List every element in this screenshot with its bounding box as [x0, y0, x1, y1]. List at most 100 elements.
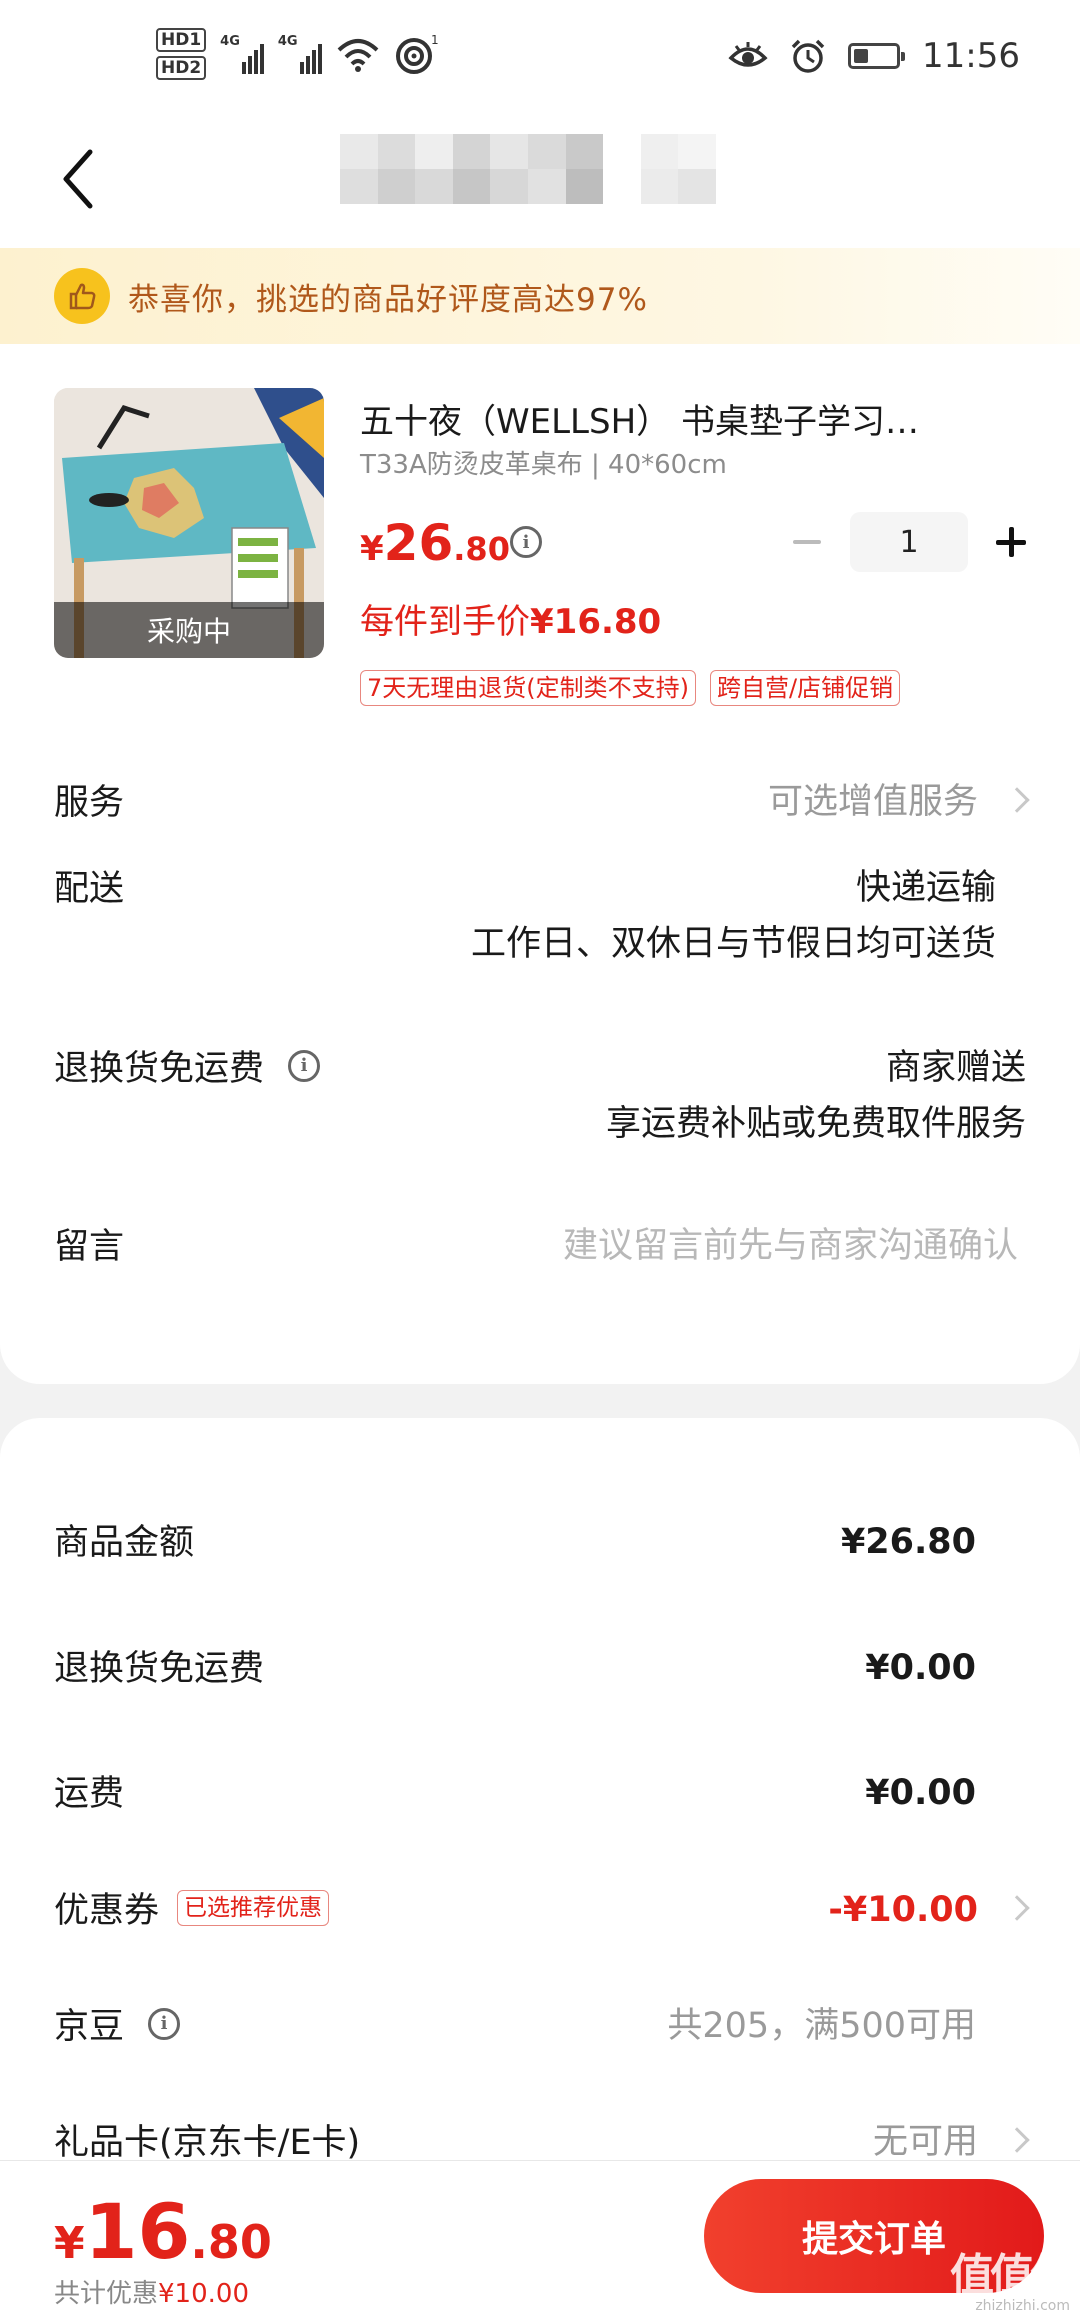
goods-amount-row: 商品金额 ¥26.80 [54, 1514, 1026, 1570]
return-freight-fee-row: 退换货免运费 ¥0.00 [54, 1640, 1026, 1696]
price-currency: ¥ [360, 529, 384, 569]
return-freight-label: 退换货免运费 i [54, 1040, 321, 1091]
service-row[interactable]: 服务 可选增值服务 [54, 774, 1030, 830]
jingdou-label-text: 京豆 [54, 2007, 125, 2047]
watermark-url: zhizhizhi.com [975, 2298, 1070, 2310]
delivery-row[interactable]: 配送 快递运输 工作日、双休日与节假日均可送货 [54, 860, 1026, 980]
gift-card-label: 礼品卡(京东卡/E卡) [54, 2123, 361, 2163]
service-value: 可选增值服务 [767, 774, 1030, 830]
product-image[interactable]: 采购中 [54, 388, 324, 658]
network-type-label-1: 4G [220, 34, 240, 49]
unit-price-value: ¥16.80 [530, 602, 662, 642]
watermark: 值值值 zhizhizhi.com [920, 2250, 1074, 2310]
sim1-hd-icon: HD1 [156, 28, 207, 52]
banner-text: 恭喜你，挑选的商品好评度高达97% [128, 281, 648, 318]
gift-card-value-text: 无可用 [872, 2122, 978, 2162]
goods-amount-label: 商品金额 [54, 1523, 195, 1563]
chevron-right-icon [1004, 2127, 1030, 2153]
minus-icon [793, 540, 821, 544]
product-spec: T33A防烫皮革桌布 | 40*60cm [360, 450, 727, 480]
return-freight-fee-label: 退换货免运费 [54, 1649, 265, 1689]
rating-banner: 恭喜你，挑选的商品好评度高达97% [0, 248, 1080, 344]
delivery-schedule: 工作日、双休日与节假日均可送货 [470, 924, 996, 964]
return-freight-fee-value: ¥0.00 [865, 1648, 976, 1688]
hotspot-count: 1 [431, 34, 438, 47]
network-type-label-2: 4G [277, 34, 298, 49]
hotspot-icon: 1 [395, 34, 438, 74]
product-price: ¥ 26 .80 [360, 514, 510, 572]
goods-amount-value: ¥26.80 [840, 1522, 976, 1562]
price-decimal: .80 [453, 530, 510, 568]
message-label: 留言 [54, 1227, 125, 1267]
chevron-right-icon [1004, 1895, 1030, 1921]
checkout-bar: ¥ 16 .80 共计优惠¥10.00 提交订单 值值值 zhizhizhi.c… [0, 2160, 1080, 2310]
unit-price: 每件到手价¥16.80 [360, 594, 661, 643]
shipping-value: ¥0.00 [865, 1773, 976, 1813]
purchasing-overlay: 采购中 [54, 602, 324, 658]
jingdou-label: 京豆 i [54, 1998, 181, 2049]
chevron-right-icon [1004, 787, 1030, 813]
message-row: 留言 建议留言前先与商家沟通确认 [54, 1218, 1026, 1274]
coupon-label: 优惠券 已选推荐优惠 [54, 1882, 330, 1933]
promotion-tag: 跨自营/店铺促销 [710, 670, 901, 706]
back-arrow-icon[interactable] [58, 144, 98, 214]
coupon-amount: -¥10.00 [828, 1890, 978, 1930]
product-title[interactable]: 五十夜（WELLSH） 书桌垫子学习… [360, 394, 1000, 443]
coupon-badge: 已选推荐优惠 [177, 1889, 330, 1926]
jingdou-info-icon[interactable]: i [148, 2007, 181, 2040]
battery-icon [848, 43, 906, 69]
shipping-label: 运费 [54, 1774, 125, 1814]
sim2-hd-icon: HD2 [156, 56, 207, 80]
delivery-value: 快递运输 工作日、双休日与节假日均可送货 [471, 860, 996, 972]
return-freight-row: 退换货免运费 i 商家赠送 享运费补贴或免费取件服务 [54, 1040, 1026, 1160]
coupon-value: -¥10.00 [828, 1882, 1030, 1938]
total-decimal: .80 [190, 2215, 272, 2269]
coupon-row[interactable]: 优惠券 已选推荐优惠 -¥10.00 [54, 1882, 1030, 1938]
total-integer: 16 [84, 2187, 191, 2276]
signal-strength-icon-2: 4G [278, 34, 322, 74]
shipping-row: 运费 ¥0.00 [54, 1765, 1026, 1821]
signal-strength-icon-1: 4G [220, 34, 264, 74]
return-freight-label-text: 退换货免运费 [54, 1049, 265, 1089]
status-right: 11:56 [728, 36, 1020, 76]
nav-bar [0, 120, 1080, 248]
coupon-label-text: 优惠券 [54, 1891, 160, 1931]
total-discount: 共计优惠¥10.00 [54, 2273, 249, 2310]
order-detail-card: 采购中 五十夜（WELLSH） 书桌垫子学习… T33A防烫皮革桌布 | 40*… [0, 344, 1080, 1384]
price-info-icon[interactable]: i [510, 526, 542, 558]
eye-comfort-icon [728, 42, 768, 67]
price-integer: 26 [383, 514, 454, 572]
return-policy-tag: 7天无理由退货(定制类不支持) [360, 670, 696, 706]
clock-time: 11:56 [922, 36, 1020, 76]
quantity-input[interactable]: 1 [850, 512, 968, 572]
total-price: ¥ 16 .80 [54, 2187, 272, 2276]
total-discount-label: 共计优惠 [54, 2279, 159, 2309]
thumbs-up-icon [54, 268, 110, 324]
message-input[interactable]: 建议留言前先与商家沟通确认 [563, 1218, 1018, 1274]
page-title-blurred [340, 134, 716, 204]
status-left: HD1 HD2 4G 4G 1 [156, 28, 438, 80]
delivery-label: 配送 [54, 869, 125, 909]
delivery-method: 快递运输 [855, 868, 996, 908]
return-freight-detail: 享运费补贴或免费取件服务 [605, 1104, 1026, 1144]
product-tags: 7天无理由退货(定制类不支持) 跨自营/店铺促销 [360, 670, 901, 706]
return-freight-provider: 商家赠送 [885, 1048, 1026, 1088]
total-currency: ¥ [54, 2218, 85, 2269]
jingdou-row: 京豆 i 共205，满500可用 [54, 1998, 1026, 2054]
status-bar: HD1 HD2 4G 4G 1 11:56 [0, 0, 1080, 120]
total-discount-value: ¥10.00 [158, 2279, 249, 2309]
wifi-icon [337, 39, 378, 72]
return-freight-info-icon[interactable]: i [288, 1049, 321, 1082]
sim-indicators: HD1 HD2 [156, 28, 207, 80]
decrease-quantity-button[interactable] [780, 512, 834, 572]
alarm-icon [791, 39, 825, 73]
unit-price-label: 每件到手价 [360, 602, 530, 642]
return-freight-value: 商家赠送 享运费补贴或免费取件服务 [606, 1040, 1026, 1152]
battery-fill [854, 49, 869, 63]
increase-quantity-button[interactable] [984, 512, 1038, 572]
jingdou-value: 共205，满500可用 [667, 2006, 976, 2046]
quantity-stepper: 1 [780, 512, 1038, 572]
service-label: 服务 [54, 783, 125, 823]
watermark-logo: 值值值 [950, 2250, 1074, 2301]
service-value-text: 可选增值服务 [767, 782, 978, 822]
